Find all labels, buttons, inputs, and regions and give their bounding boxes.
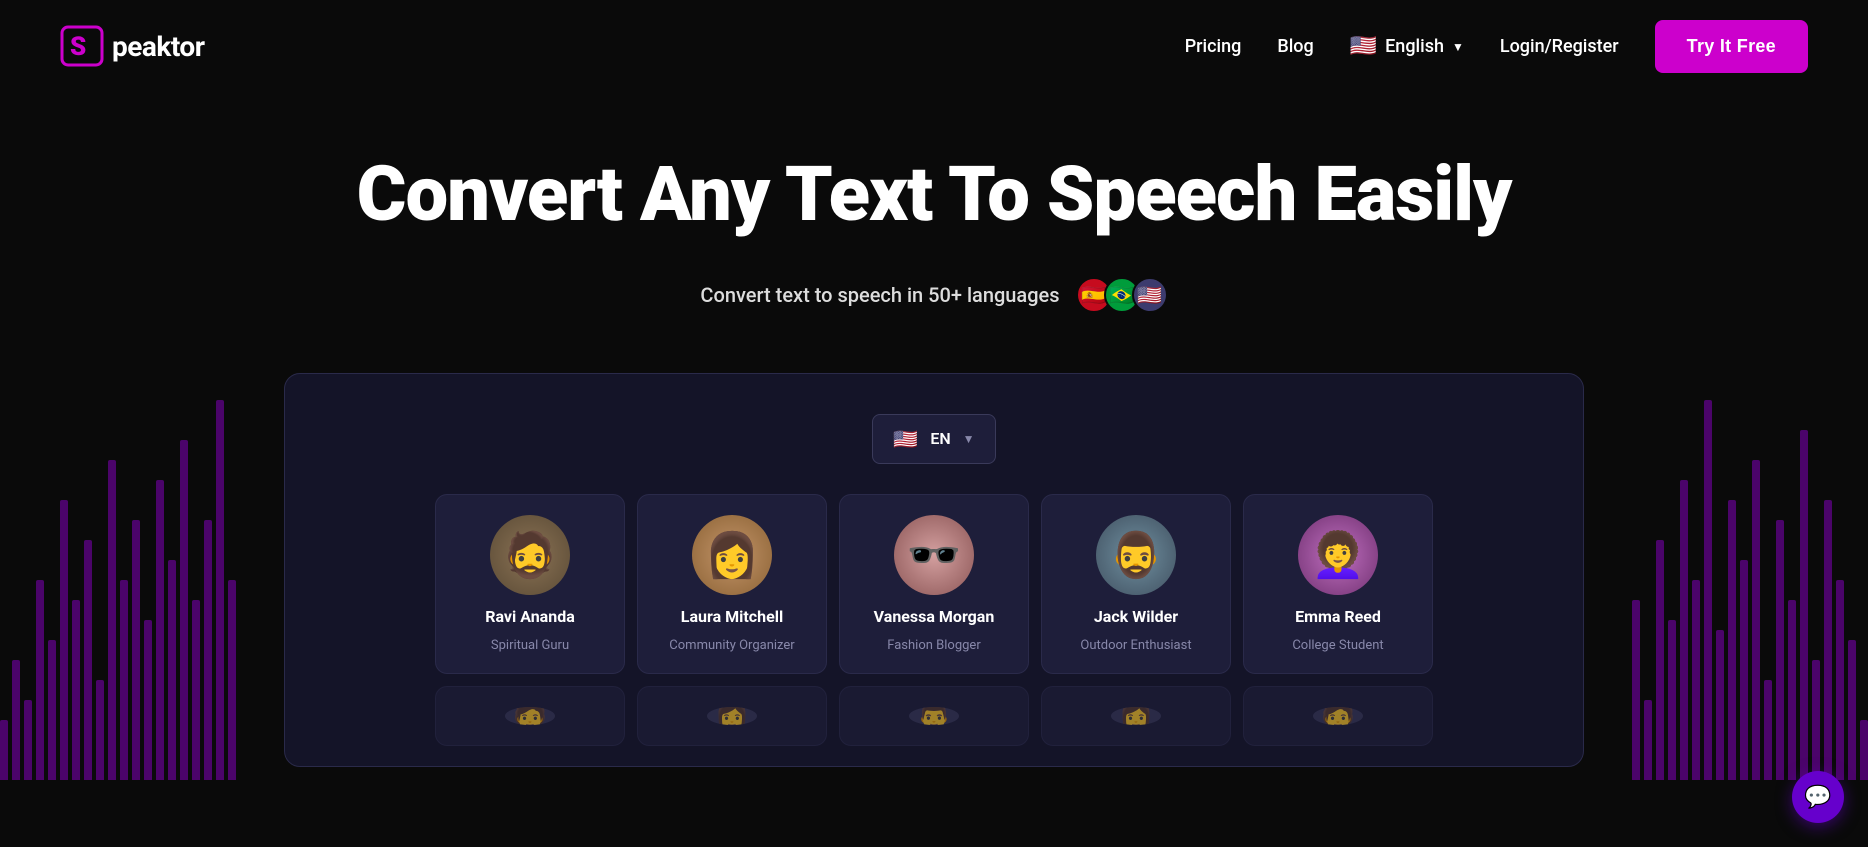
blog-link[interactable]: Blog [1277, 36, 1313, 57]
svg-text:S: S [70, 32, 86, 62]
avatar-ravi: 🧔 [490, 515, 570, 595]
voice-role-jack: Outdoor Enthusiast [1080, 638, 1191, 653]
dropdown-flag-icon: 🇺🇸 [893, 427, 918, 451]
waveform-right [1608, 380, 1868, 780]
voice-role-ravi: Spiritual Guru [491, 638, 569, 653]
waveform-left [0, 380, 260, 780]
voice-name-jack: Jack Wilder [1094, 607, 1178, 626]
us-flag-icon: 🇺🇸 [1350, 34, 1377, 59]
voice-role-emma: College Student [1292, 638, 1383, 653]
avatar-r2-3: 👨 [909, 707, 959, 725]
logo-text: peaktor [112, 30, 204, 63]
voice-cards-row1: 🧔 Ravi Ananda Spiritual Guru 👩 Laura Mit… [315, 494, 1553, 674]
voice-cards-row2: 🧑 👩 👨 👩 🧑 [315, 686, 1553, 746]
voice-card-r2-2[interactable]: 👩 [637, 686, 827, 746]
logo[interactable]: S peaktor [60, 23, 204, 71]
voice-card-ravi[interactable]: 🧔 Ravi Ananda Spiritual Guru [435, 494, 625, 674]
subtitle-text: Convert text to speech in 50+ languages [700, 283, 1059, 307]
voice-name-vanessa: Vanessa Morgan [874, 607, 995, 626]
demo-lang-selector: 🇺🇸 EN ▼ [315, 414, 1553, 464]
hero-section: Convert Any Text To Speech Easily Conver… [0, 93, 1868, 333]
demo-container: 🇺🇸 EN ▼ 🧔 Ravi Ananda Spiritual Guru 👩 L… [284, 373, 1584, 767]
voice-card-r2-1[interactable]: 🧑 [435, 686, 625, 746]
avatar-jack: 🧔‍♂️ [1096, 515, 1176, 595]
avatar-laura: 👩 [692, 515, 772, 595]
voice-card-emma[interactable]: 👩‍🦱 Emma Reed College Student [1243, 494, 1433, 674]
flag-usa: 🇺🇸 [1132, 277, 1168, 313]
login-register-link[interactable]: Login/Register [1500, 36, 1619, 57]
language-dropdown[interactable]: 🇺🇸 EN ▼ [872, 414, 995, 464]
language-label: English [1385, 36, 1444, 57]
language-selector[interactable]: 🇺🇸 English ▼ [1350, 34, 1464, 59]
flag-group: 🇪🇸 🇧🇷 🇺🇸 [1076, 277, 1168, 313]
avatar-r2-1: 🧑 [505, 707, 555, 725]
pricing-link[interactable]: Pricing [1185, 36, 1242, 57]
voice-card-r2-3[interactable]: 👨 [839, 686, 1029, 746]
dropdown-chevron-icon: ▼ [963, 432, 975, 446]
voice-role-laura: Community Organizer [669, 638, 794, 653]
voice-role-vanessa: Fashion Blogger [887, 638, 980, 653]
voice-name-laura: Laura Mitchell [681, 607, 783, 626]
avatar-r2-5: 🧑 [1313, 707, 1363, 725]
voice-card-jack[interactable]: 🧔‍♂️ Jack Wilder Outdoor Enthusiast [1041, 494, 1231, 674]
nav-links: Pricing Blog 🇺🇸 English ▼ Login/Register… [1185, 20, 1808, 73]
voice-card-r2-4[interactable]: 👩 [1041, 686, 1231, 746]
chat-icon: 💬 [1804, 785, 1831, 810]
logo-icon: S [60, 23, 108, 71]
navbar: S peaktor Pricing Blog 🇺🇸 English ▼ Logi… [0, 0, 1868, 93]
voice-card-vanessa[interactable]: 🕶️ Vanessa Morgan Fashion Blogger [839, 494, 1029, 674]
hero-title: Convert Any Text To Speech Easily [284, 153, 1584, 237]
avatar-vanessa: 🕶️ [894, 515, 974, 595]
voice-name-ravi: Ravi Ananda [485, 607, 575, 626]
chat-widget[interactable]: 💬 [1792, 771, 1844, 823]
voice-card-r2-5[interactable]: 🧑 [1243, 686, 1433, 746]
chevron-down-icon: ▼ [1452, 40, 1464, 54]
avatar-r2-4: 👩 [1111, 707, 1161, 725]
hero-subtitle: Convert text to speech in 50+ languages … [20, 277, 1848, 313]
voice-name-emma: Emma Reed [1295, 607, 1381, 626]
voice-card-laura[interactable]: 👩 Laura Mitchell Community Organizer [637, 494, 827, 674]
avatar-emma: 👩‍🦱 [1298, 515, 1378, 595]
avatar-r2-2: 👩 [707, 707, 757, 725]
language-code: EN [930, 429, 950, 448]
try-it-free-button[interactable]: Try It Free [1655, 20, 1808, 73]
